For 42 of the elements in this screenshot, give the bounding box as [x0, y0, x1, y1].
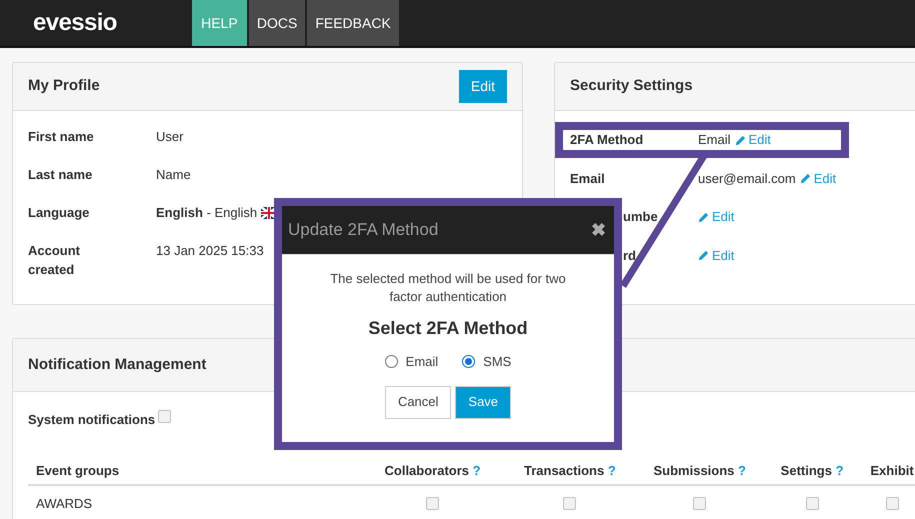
column-header: Exhibit	[869, 462, 915, 480]
field-value: Name	[156, 166, 191, 184]
column-header: Collaborators ?	[384, 462, 482, 480]
radio-label: Email	[406, 353, 438, 371]
edit-link[interactable]: Edit	[734, 131, 771, 149]
field-value: 13 Jan 2025 15:33	[156, 242, 264, 260]
field-label: Email	[570, 170, 606, 188]
column-header: Settings ?	[780, 462, 845, 480]
column-header: Event groups	[35, 462, 120, 480]
nav-tab[interactable]: HELP	[192, 0, 247, 46]
field-label: Language	[28, 204, 90, 222]
close-button[interactable]: ✖	[591, 216, 608, 244]
edit-link[interactable]: Edit	[800, 170, 836, 188]
column-header: Transactions ?	[523, 462, 617, 480]
card-title: Security Settings	[570, 76, 693, 96]
field-value: user@email.com	[698, 170, 796, 188]
edit-link[interactable]: Edit	[698, 208, 734, 226]
field-value: English - English	[156, 204, 258, 222]
modal-title: Update 2FA Method	[288, 219, 438, 242]
card-title: My Profile	[28, 76, 100, 96]
modal-heading: Select 2FA Method	[368, 317, 528, 340]
edit-button[interactable]: Edit	[458, 70, 507, 103]
card-title: Notification Management	[28, 354, 206, 375]
field-label: rd	[622, 246, 637, 264]
field-value: Email	[698, 131, 731, 149]
nav-tab[interactable]: FEEDBACK	[307, 0, 399, 46]
edit-link[interactable]: Edit	[698, 246, 734, 264]
table-cell-text: AWARDS	[35, 494, 94, 513]
save-button[interactable]: Save	[455, 386, 512, 418]
modal-message: The selected method will be used for two factor authentication	[329, 270, 567, 306]
field-label: Account created	[28, 242, 81, 279]
nav-tab[interactable]: DOCS	[248, 0, 306, 46]
radio-label: SMS	[483, 353, 512, 371]
field-label: 2FA Method	[570, 131, 644, 149]
field-label: First name	[28, 128, 95, 146]
field-label: umbe	[622, 208, 659, 226]
field-label: System notifications	[28, 411, 156, 429]
field-value: User	[156, 128, 184, 146]
cancel-button[interactable]: Cancel	[384, 386, 452, 418]
field-label: Last name	[28, 166, 94, 184]
logo: evessio	[33, 8, 117, 38]
column-header: Submissions ?	[652, 462, 747, 480]
